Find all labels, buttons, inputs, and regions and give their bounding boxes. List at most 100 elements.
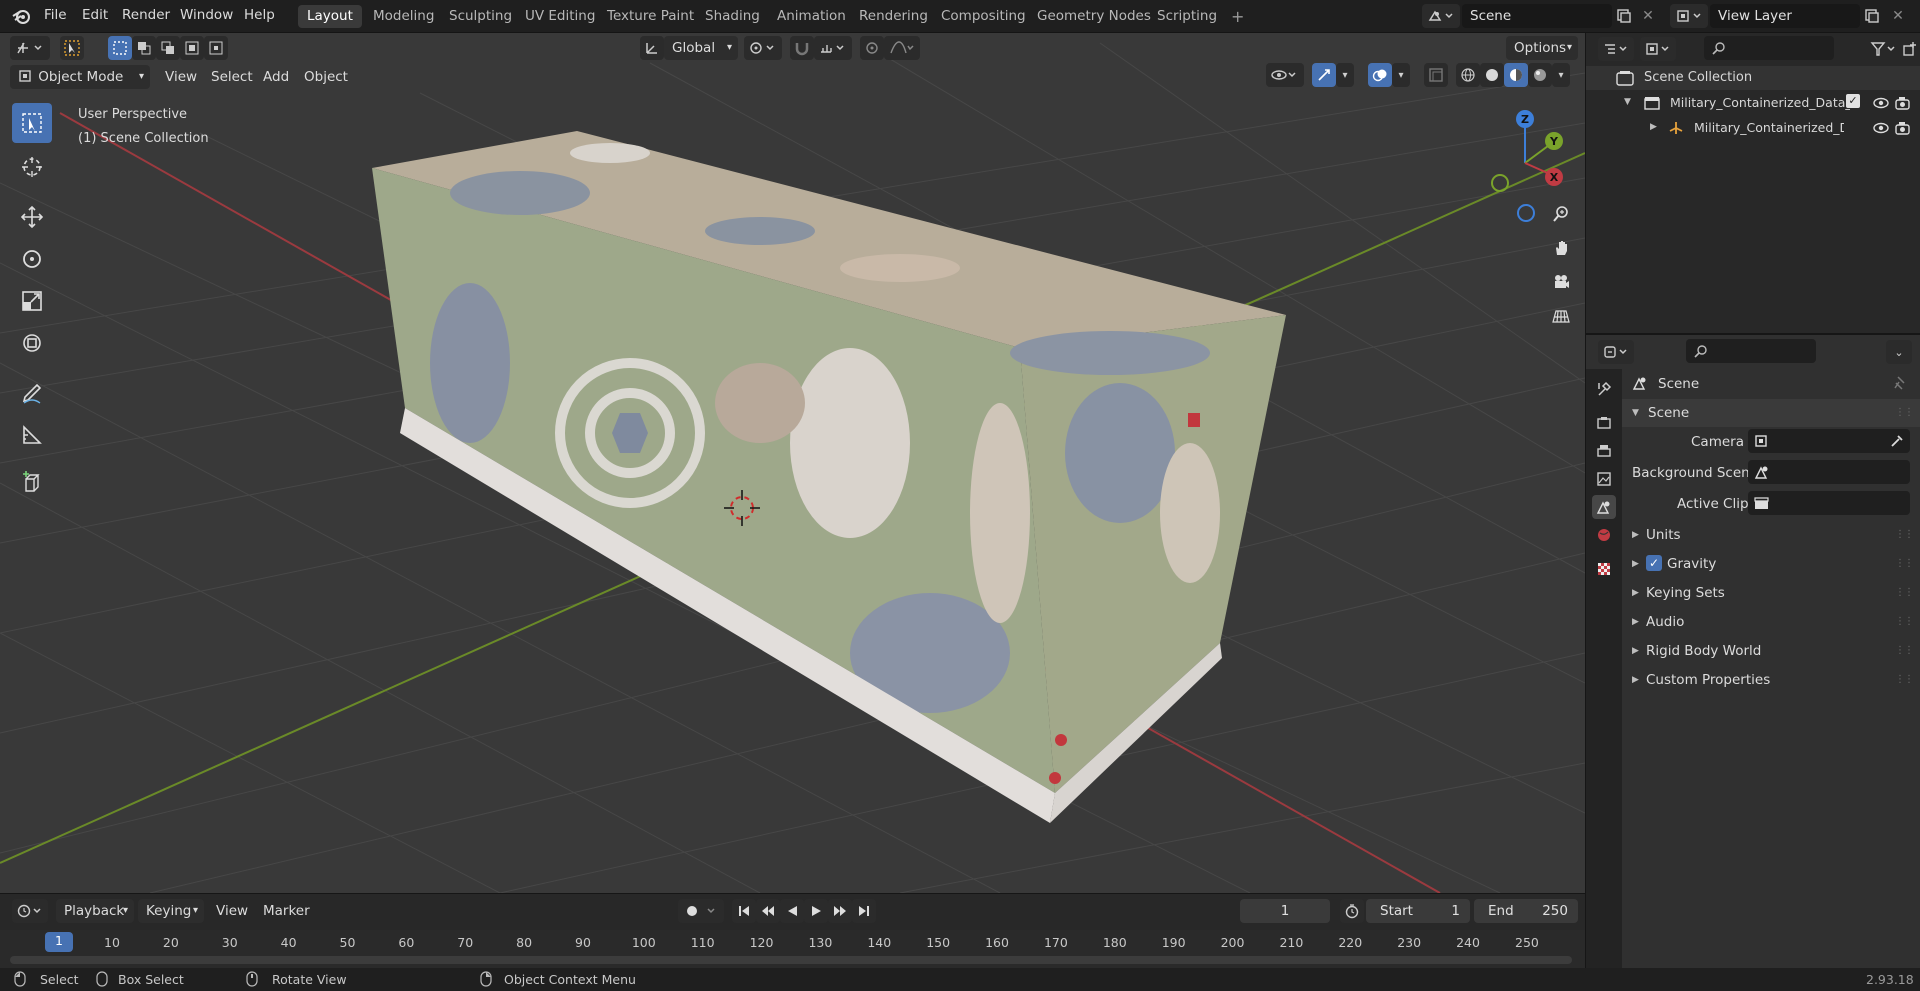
- new-scene-button[interactable]: [1612, 4, 1636, 28]
- current-frame-field[interactable]: 1: [1240, 899, 1330, 923]
- tab-texture-paint[interactable]: Texture Paint: [598, 5, 703, 28]
- keying-menu[interactable]: Keying ▾: [138, 899, 204, 923]
- mode-dropdown[interactable]: Object Mode ▾: [10, 65, 150, 89]
- properties-editor-type[interactable]: [1598, 340, 1634, 364]
- select-mode-intersect-button[interactable]: [204, 36, 228, 60]
- playback-menu[interactable]: Playback ▾: [56, 899, 134, 923]
- tab-rendering[interactable]: Rendering: [850, 5, 937, 28]
- eye-icon[interactable]: [1872, 121, 1890, 135]
- snap-target-button[interactable]: [814, 36, 852, 60]
- active-clip-field[interactable]: [1748, 491, 1910, 515]
- pan-view-button[interactable]: [1546, 233, 1576, 263]
- shading-solid-button[interactable]: [1480, 63, 1504, 87]
- tab-shading[interactable]: Shading: [696, 5, 769, 28]
- add-cube-tool[interactable]: [12, 463, 52, 503]
- eye-icon[interactable]: [1872, 96, 1890, 110]
- timeline-menu-view[interactable]: View: [216, 903, 248, 919]
- collection-checkbox[interactable]: ✓: [1846, 94, 1860, 108]
- outliner-editor-type[interactable]: [1598, 37, 1634, 61]
- shading-rendered-button[interactable]: [1528, 63, 1552, 87]
- add-workspace-button[interactable]: +: [1222, 5, 1253, 28]
- delete-view-layer-button[interactable]: ✕: [1886, 4, 1910, 28]
- select-mode-subtract-button[interactable]: [156, 36, 180, 60]
- measure-tool[interactable]: [12, 415, 52, 455]
- scene-browse-button[interactable]: [1422, 4, 1460, 28]
- select-mode-new-button[interactable]: [108, 36, 132, 60]
- drag-handle-icon[interactable]: ⋮⋮: [1895, 529, 1914, 540]
- menu-edit[interactable]: Edit: [82, 7, 108, 23]
- view-layer-browse-button[interactable]: [1670, 4, 1708, 28]
- tab-view-layer[interactable]: [1592, 467, 1616, 491]
- drag-handle-icon[interactable]: ⋮⋮: [1895, 674, 1914, 685]
- pivot-point-button[interactable]: [744, 36, 782, 60]
- next-keyframe-button[interactable]: [828, 899, 852, 923]
- scene-panel-header[interactable]: ▼ Scene ⋮⋮: [1622, 399, 1920, 427]
- camera-render-icon[interactable]: [1894, 120, 1912, 136]
- viewport-menu-object[interactable]: Object: [304, 69, 348, 85]
- timeline-editor-type[interactable]: [12, 899, 48, 923]
- scale-tool[interactable]: [12, 281, 52, 321]
- drag-handle-icon[interactable]: ⋮⋮: [1895, 558, 1914, 569]
- tab-compositing[interactable]: Compositing: [932, 5, 1035, 28]
- keying-sets-panel-header[interactable]: ▶ Keying Sets ⋮⋮: [1622, 579, 1920, 607]
- drag-handle-icon[interactable]: ⋮⋮: [1895, 587, 1914, 598]
- select-mode-extend-button[interactable]: [132, 36, 156, 60]
- viewport-menu-select[interactable]: Select: [211, 69, 253, 85]
- eyedropper-icon[interactable]: [1890, 434, 1904, 448]
- proportional-falloff-button[interactable]: [884, 36, 920, 60]
- jump-start-button[interactable]: [732, 899, 756, 923]
- tab-uv-editing[interactable]: UV Editing: [516, 5, 604, 28]
- tab-output[interactable]: [1592, 439, 1616, 463]
- tab-tool[interactable]: [1592, 377, 1616, 401]
- gravity-panel-header[interactable]: ▶ ✓ Gravity ⋮⋮: [1622, 550, 1920, 578]
- drag-handle-icon[interactable]: ⋮⋮: [1895, 407, 1914, 418]
- menu-file[interactable]: File: [44, 7, 67, 23]
- select-box-tool[interactable]: [12, 103, 52, 143]
- expand-triangle-icon[interactable]: ▶: [1650, 122, 1657, 132]
- drag-handle-icon[interactable]: ⋮⋮: [1895, 645, 1914, 656]
- outliner-row-scene-collection[interactable]: Scene Collection: [1586, 66, 1920, 90]
- gizmo-toggle-button[interactable]: [1312, 63, 1336, 87]
- properties-options-dropdown[interactable]: ⌄: [1886, 340, 1912, 364]
- units-panel-header[interactable]: ▶ Units ⋮⋮: [1622, 521, 1920, 549]
- options-dropdown[interactable]: Options ▾: [1506, 36, 1578, 60]
- menu-help[interactable]: Help: [244, 7, 275, 23]
- 3d-viewport[interactable]: Global ▾ Options ▾ Object Mode ▾ View Sele…: [0, 33, 1585, 893]
- tab-scripting[interactable]: Scripting: [1148, 5, 1226, 28]
- tweak-tool-button[interactable]: [60, 36, 84, 60]
- custom-properties-panel-header[interactable]: ▶ Custom Properties ⋮⋮: [1622, 666, 1920, 694]
- cursor-tool[interactable]: [12, 147, 52, 187]
- visibility-dropdown[interactable]: [1266, 63, 1304, 87]
- audio-panel-header[interactable]: ▶ Audio ⋮⋮: [1622, 608, 1920, 636]
- ortho-toggle-button[interactable]: [1546, 301, 1576, 331]
- snap-toggle-button[interactable]: [790, 36, 814, 60]
- menu-render[interactable]: Render: [122, 7, 170, 23]
- tab-layout[interactable]: Layout: [298, 5, 362, 28]
- outliner-row-object[interactable]: ▶ Military_Containerized_D: [1586, 116, 1920, 140]
- scene-name-field[interactable]: Scene: [1462, 4, 1612, 28]
- xray-toggle-button[interactable]: [1424, 63, 1448, 87]
- filter-button[interactable]: [1866, 37, 1900, 61]
- play-button[interactable]: [804, 899, 828, 923]
- viewport-menu-add[interactable]: Add: [263, 69, 289, 85]
- end-frame-field[interactable]: End 250: [1474, 899, 1578, 923]
- tab-animation[interactable]: Animation: [768, 5, 855, 28]
- editor-type-button[interactable]: [10, 36, 50, 60]
- move-tool[interactable]: [12, 197, 52, 237]
- select-mode-invert-button[interactable]: [180, 36, 204, 60]
- transform-orientation-icon-button[interactable]: [640, 36, 664, 60]
- outliner-row-collection[interactable]: ▼ Military_Containerized_Data_( ✓: [1586, 91, 1920, 115]
- annotate-tool[interactable]: [12, 373, 52, 413]
- overlays-toggle-button[interactable]: [1368, 63, 1392, 87]
- transform-orientation-dropdown[interactable]: Global ▾: [664, 36, 738, 60]
- properties-search-input[interactable]: [1686, 339, 1816, 363]
- rotate-tool[interactable]: [12, 239, 52, 279]
- camera-field[interactable]: [1748, 429, 1910, 453]
- view-layer-field[interactable]: View Layer: [1710, 4, 1860, 28]
- display-mode-button[interactable]: [1640, 37, 1676, 61]
- tab-scene[interactable]: [1592, 495, 1616, 519]
- new-collection-button[interactable]: [1898, 37, 1920, 61]
- tab-render[interactable]: [1592, 411, 1616, 435]
- camera-render-icon[interactable]: [1894, 95, 1912, 111]
- blender-logo-icon[interactable]: [12, 7, 32, 25]
